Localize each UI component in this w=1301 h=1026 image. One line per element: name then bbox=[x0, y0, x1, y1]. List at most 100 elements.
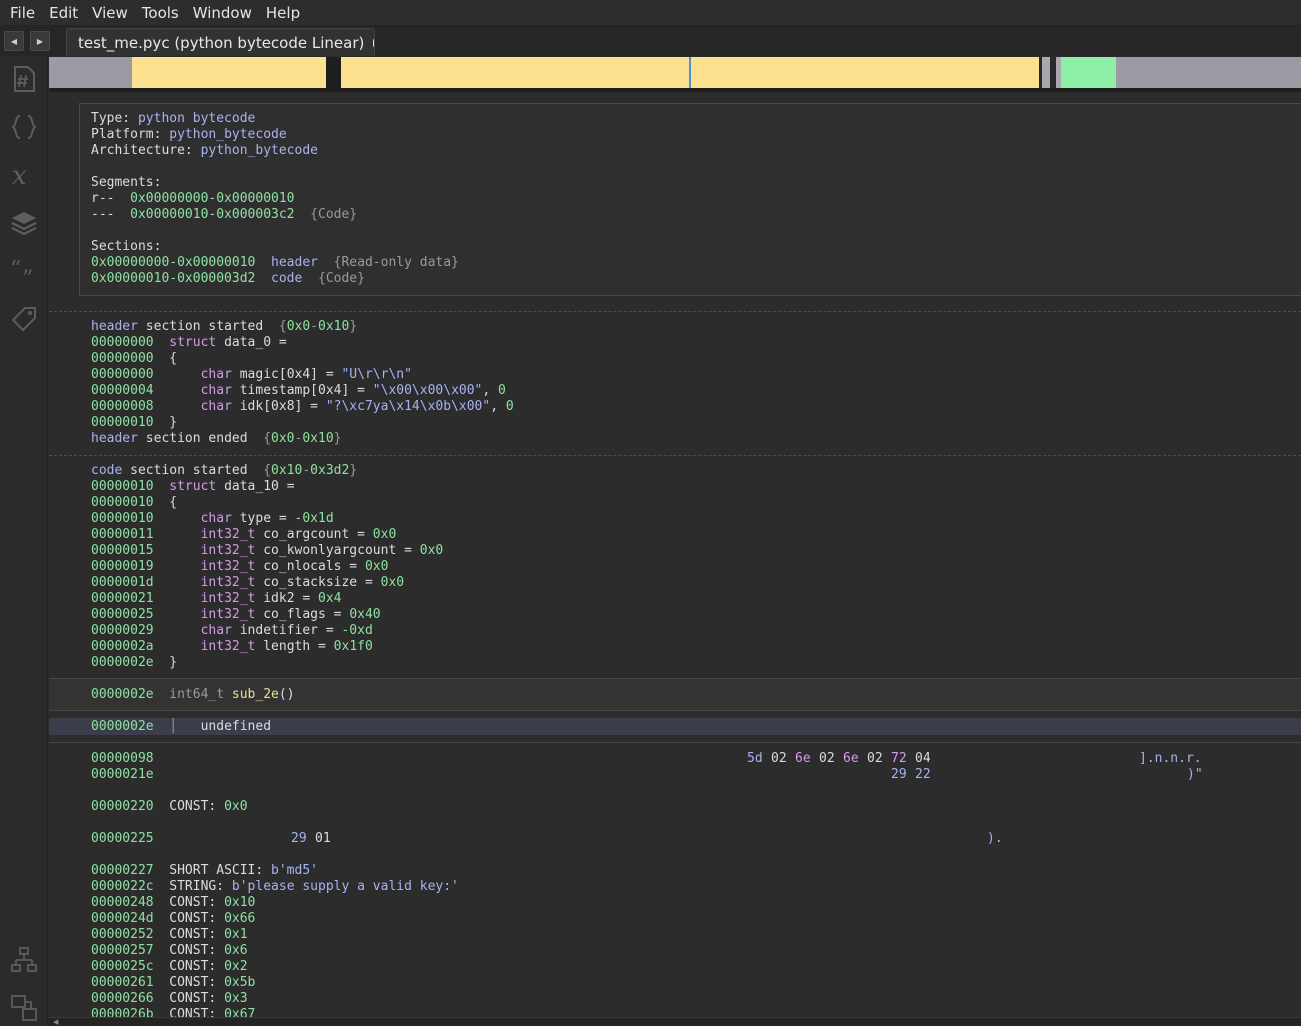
sidebar: x “ ” bbox=[0, 56, 48, 1026]
struct-line[interactable]: 00000000 char magic[0x4] = "U\r\r\n" bbox=[91, 367, 412, 383]
feature-map-region bbox=[1061, 57, 1116, 88]
menu-edit[interactable]: Edit bbox=[42, 1, 85, 25]
hex-byte[interactable]: 6e bbox=[843, 751, 859, 767]
hex-byte[interactable]: 6e bbox=[795, 751, 811, 767]
function-header[interactable]: 0000002e int64_t sub_2e() bbox=[91, 687, 295, 703]
function-separator-end bbox=[49, 742, 1301, 743]
hex-byte[interactable]: 04 bbox=[915, 751, 931, 767]
hex-byte[interactable]: 02 bbox=[771, 751, 787, 767]
const-row[interactable]: 00000220 CONST: 0x0 bbox=[91, 799, 248, 815]
feature-map-region bbox=[326, 57, 341, 88]
svg-text:x: x bbox=[12, 161, 27, 190]
info-type-line: Type: python bytecode bbox=[91, 111, 256, 126]
hex-row[interactable]: 00000098 bbox=[91, 751, 154, 767]
struct-line[interactable]: 00000029 char indetifier = -0xd bbox=[91, 623, 373, 639]
hex-byte[interactable]: 22 bbox=[915, 767, 931, 783]
data-item-row[interactable]: 00000257 CONST: 0x6 bbox=[91, 943, 248, 959]
hex-byte[interactable]: 29 bbox=[891, 767, 907, 783]
struct-line[interactable]: 00000015 int32_t co_kwonlyargcount = 0x0 bbox=[91, 543, 443, 559]
svg-text:”: ” bbox=[22, 267, 33, 286]
struct-line[interactable]: 00000008 char idk[0x8] = "?\xc7ya\x14\x0… bbox=[91, 399, 514, 415]
triangle-right-icon: ▶ bbox=[36, 36, 44, 46]
feature-map-region bbox=[132, 57, 326, 88]
code-section-start[interactable]: code section started {0x10-0x3d2} bbox=[91, 463, 357, 479]
data-item-row[interactable]: 0000026b CONST: 0x67 bbox=[91, 1007, 255, 1017]
hex-byte[interactable]: 02 bbox=[867, 751, 883, 767]
data-item-row[interactable]: 00000252 CONST: 0x1 bbox=[91, 927, 248, 943]
hex-ascii: ). bbox=[987, 831, 1003, 846]
struct-line[interactable]: 0000002e } bbox=[91, 655, 177, 671]
struct-line[interactable]: 0000002a int32_t length = 0x1f0 bbox=[91, 639, 373, 655]
data-item-row[interactable]: 00000227 SHORT ASCII: b'md5' bbox=[91, 863, 318, 879]
layers-icon[interactable] bbox=[9, 208, 39, 238]
triangle-left-icon: ◀ bbox=[10, 36, 18, 46]
hex-ascii: )" bbox=[1187, 767, 1203, 782]
hex-byte[interactable]: 01 bbox=[315, 831, 331, 847]
menu-bar: File Edit View Tools Window Help bbox=[0, 0, 1301, 26]
struct-line[interactable]: 00000010 struct data_10 = bbox=[91, 479, 295, 495]
struct-line[interactable]: 00000010 { bbox=[91, 495, 177, 511]
info-sections-label: Sections: bbox=[91, 239, 162, 254]
struct-line[interactable]: 00000000 struct data_0 = bbox=[91, 335, 287, 351]
section-row[interactable]: 0x00000000-0x00000010 header {Read-only … bbox=[91, 255, 459, 271]
scroll-left-icon[interactable]: ◀ bbox=[53, 1018, 58, 1026]
block-separator bbox=[49, 455, 1301, 456]
back-button[interactable]: ◀ bbox=[4, 31, 24, 51]
symbols-hash-icon[interactable] bbox=[9, 64, 39, 94]
menu-tools[interactable]: Tools bbox=[135, 1, 186, 25]
menu-help[interactable]: Help bbox=[259, 1, 307, 25]
header-section-start[interactable]: header section started {0x0-0x10} bbox=[91, 319, 357, 335]
segment-row[interactable]: r-- 0x00000000-0x00000010 bbox=[91, 191, 295, 207]
hex-ascii: ].n.n.r. bbox=[1139, 751, 1202, 766]
struct-line[interactable]: 00000025 int32_t co_flags = 0x40 bbox=[91, 607, 381, 623]
tab-title: test_me.pyc (python bytecode Linear) bbox=[78, 33, 365, 52]
forward-button[interactable]: ▶ bbox=[30, 31, 50, 51]
section-row[interactable]: 0x00000010-0x000003d2 code {Code} bbox=[91, 271, 365, 287]
unsaved-dot-icon[interactable] bbox=[373, 38, 374, 47]
graph-icon[interactable] bbox=[9, 945, 39, 975]
linear-view[interactable]: Type: python bytecode Platform: python_b… bbox=[49, 92, 1301, 1017]
data-item-row[interactable]: 00000266 CONST: 0x3 bbox=[91, 991, 248, 1007]
hex-row[interactable]: 0000021e bbox=[91, 767, 154, 783]
data-item-row[interactable]: 00000248 CONST: 0x10 bbox=[91, 895, 255, 911]
feature-map-region bbox=[1042, 57, 1050, 88]
struct-line[interactable]: 00000011 int32_t co_argcount = 0x0 bbox=[91, 527, 396, 543]
struct-line[interactable]: 00000021 int32_t idk2 = 0x4 bbox=[91, 591, 342, 607]
segment-row[interactable]: --- 0x00000010-0x000003c2 {Code} bbox=[91, 207, 357, 223]
struct-line[interactable]: 00000010 } bbox=[91, 415, 177, 431]
struct-line[interactable]: 00000000 { bbox=[91, 351, 177, 367]
info-platform-line: Platform: python_bytecode bbox=[91, 127, 287, 142]
data-item-row[interactable]: 00000261 CONST: 0x5b bbox=[91, 975, 255, 991]
header-section-end[interactable]: header section ended {0x0-0x10} bbox=[91, 431, 341, 447]
data-item-row[interactable]: 0000022c STRING: b'please supply a valid… bbox=[91, 879, 459, 895]
tab-bar: ◀ ▶ test_me.pyc (python bytecode Linear) bbox=[0, 26, 1301, 56]
data-item-row[interactable]: 0000025c CONST: 0x2 bbox=[91, 959, 248, 975]
struct-line[interactable]: 00000019 int32_t co_nlocals = 0x0 bbox=[91, 559, 388, 575]
cross-reference-icon[interactable] bbox=[9, 993, 39, 1023]
hex-byte[interactable]: 02 bbox=[819, 751, 835, 767]
struct-line[interactable]: 0000001d int32_t co_stacksize = 0x0 bbox=[91, 575, 404, 591]
struct-line[interactable]: 00000004 char timestamp[0x4] = "\x00\x00… bbox=[91, 383, 506, 399]
horizontal-scrollbar[interactable]: ◀ bbox=[49, 1017, 1301, 1026]
function-body-line[interactable]: 0000002e │ undefined bbox=[91, 719, 271, 735]
svg-text:“: “ bbox=[10, 257, 21, 282]
menu-window[interactable]: Window bbox=[186, 1, 259, 25]
feature-map-cursor bbox=[689, 57, 691, 88]
block-separator bbox=[49, 311, 1301, 312]
hex-byte[interactable]: 29 bbox=[291, 831, 307, 847]
hex-row[interactable]: 00000225 bbox=[91, 831, 154, 847]
menu-file[interactable]: File bbox=[3, 1, 42, 25]
data-item-row[interactable]: 0000024d CONST: 0x66 bbox=[91, 911, 255, 927]
tags-icon[interactable] bbox=[9, 304, 39, 334]
hex-byte[interactable]: 72 bbox=[891, 751, 907, 767]
variables-x-icon[interactable]: x bbox=[9, 160, 39, 190]
info-segments-label: Segments: bbox=[91, 175, 162, 190]
function-separator-bottom bbox=[49, 710, 1301, 711]
types-braces-icon[interactable] bbox=[9, 112, 39, 142]
struct-line[interactable]: 00000010 char type = -0x1d bbox=[91, 511, 334, 527]
feature-map[interactable] bbox=[49, 57, 1301, 88]
hex-byte[interactable]: 5d bbox=[747, 751, 763, 767]
menu-view[interactable]: View bbox=[85, 1, 135, 25]
strings-quote-icon[interactable]: “ ” bbox=[9, 256, 39, 286]
tab-test-me-pyc[interactable]: test_me.pyc (python bytecode Linear) bbox=[66, 28, 375, 56]
